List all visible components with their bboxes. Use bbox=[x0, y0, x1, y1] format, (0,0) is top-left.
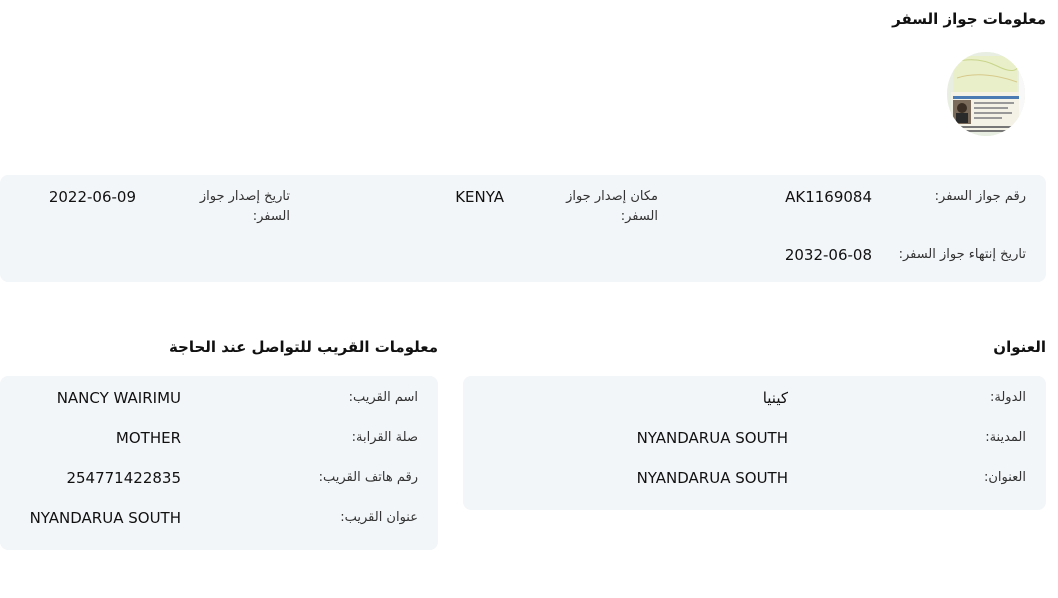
relative-phone-value: 254771422835 bbox=[66, 469, 181, 487]
passport-image-icon bbox=[947, 52, 1025, 136]
address-country-label: الدولة: bbox=[990, 390, 1026, 405]
passport-expiry-label: تاريخ إنتهاء جواز السفر: bbox=[898, 247, 1026, 262]
passport-number-value: AK1169084 bbox=[785, 188, 872, 206]
relative-address-value: NYANDARUA SOUTH bbox=[29, 509, 181, 527]
address-line-label: العنوان: bbox=[983, 470, 1026, 485]
relative-name-value: NANCY WAIRIMU bbox=[56, 389, 181, 407]
passport-section-title: معلومات جواز السفر bbox=[892, 10, 1046, 28]
address-country-value: كينيا bbox=[762, 389, 788, 407]
address-line-value: NYANDARUA SOUTH bbox=[636, 469, 788, 487]
passport-issue-value: 2022-06-09 bbox=[48, 188, 136, 206]
address-city-label: المدينة: bbox=[985, 430, 1026, 445]
passport-place-label: مكان إصدار جواز السفر: bbox=[566, 189, 658, 224]
address-city-value: NYANDARUA SOUTH bbox=[636, 429, 788, 447]
relative-name-label: اسم القريب: bbox=[348, 390, 418, 405]
relative-phone-label: رقم هاتف القريب: bbox=[318, 470, 418, 485]
passport-number-label: رقم جواز السفر: bbox=[934, 189, 1026, 204]
passport-issue-label: تاريخ إصدار جواز السفر: bbox=[199, 189, 290, 224]
passport-expiry-value: 2032-06-08 bbox=[784, 246, 872, 264]
relative-section-title: معلومات القريب للتواصل عند الحاجة bbox=[168, 338, 438, 356]
passport-place-value: KENYA bbox=[455, 188, 504, 206]
address-section-title: العنوان bbox=[993, 338, 1046, 356]
relative-relation-value: MOTHER bbox=[115, 429, 181, 447]
passport-photo[interactable] bbox=[947, 52, 1025, 136]
relative-relation-label: صلة القرابة: bbox=[351, 430, 418, 445]
relative-address-label: عنوان القريب: bbox=[340, 510, 418, 525]
